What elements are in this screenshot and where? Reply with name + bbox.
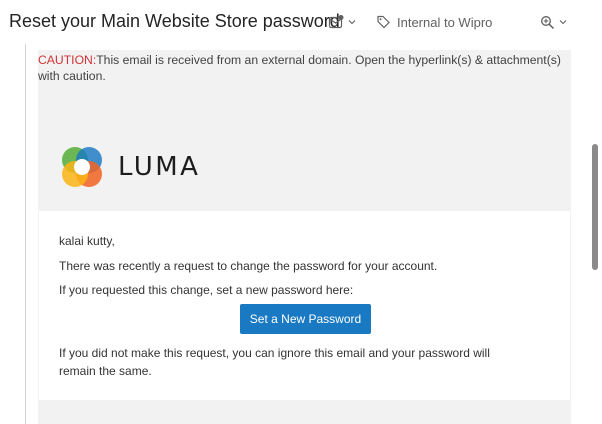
instruction-text: If you requested this change, set a new …	[59, 283, 354, 297]
brand-name: LUMA	[118, 152, 201, 182]
tag-icon	[377, 15, 390, 28]
chevron-down-icon	[348, 20, 356, 25]
set-new-password-button[interactable]: Set a New Password	[240, 304, 371, 334]
caution-label: CAUTION:	[38, 53, 97, 67]
message-header: Reset your Main Website Store password I…	[0, 0, 602, 44]
luma-logo-icon	[62, 147, 102, 187]
external-caution-banner: CAUTION:This email is received from an e…	[38, 52, 564, 84]
sensitivity-label-button[interactable]: Internal to Wipro	[376, 12, 492, 32]
email-content-card: kalai kutty, There was recently a reques…	[39, 211, 570, 400]
summary-button[interactable]	[328, 12, 356, 32]
ignore-notice: If you did not make this request, you ca…	[59, 346, 490, 378]
zoom-icon	[541, 15, 555, 29]
request-notice: There was recently a request to change t…	[59, 259, 438, 273]
email-subject: Reset your Main Website Store password	[9, 11, 340, 31]
email-body: CAUTION:This email is received from an e…	[38, 50, 571, 424]
greeting: kalai kutty,	[59, 234, 115, 248]
message-left-border	[25, 44, 26, 424]
envelope-icon	[328, 15, 344, 29]
zoom-button[interactable]	[540, 12, 567, 32]
brand-logo: LUMA	[60, 145, 200, 189]
caution-text: This email is received from an external …	[38, 53, 561, 83]
chevron-down-icon	[559, 20, 567, 25]
sensitivity-label-text: Internal to Wipro	[397, 14, 493, 30]
scrollbar-thumb[interactable]	[592, 144, 598, 270]
